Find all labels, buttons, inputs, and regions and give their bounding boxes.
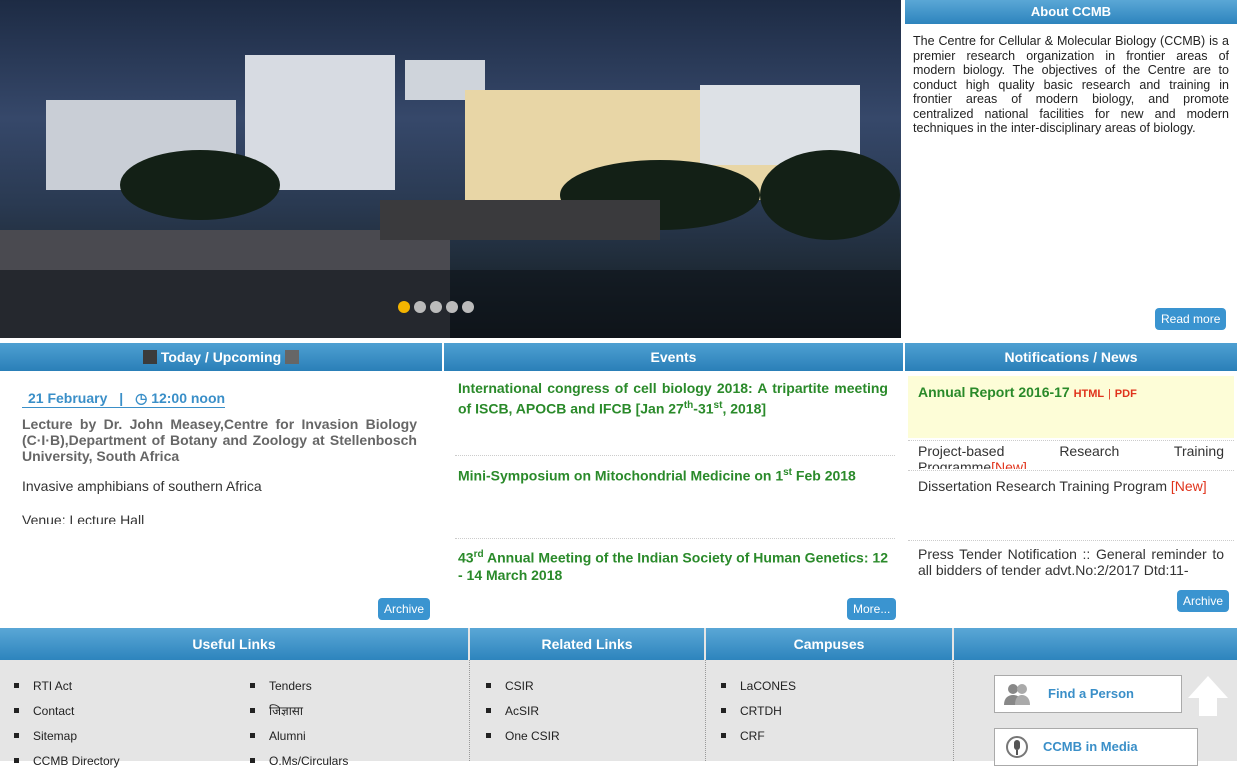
people-icon	[1003, 682, 1031, 706]
slider-dot[interactable]	[414, 301, 426, 313]
footer-link[interactable]: जिज्ञासा	[250, 703, 348, 728]
notifications-archive-button[interactable]: Archive	[1177, 590, 1230, 612]
new-badge: [New]	[1170, 478, 1207, 494]
footer-header-blank	[954, 628, 1237, 660]
read-more-button[interactable]: Read more	[1155, 308, 1227, 330]
square-icon	[142, 350, 157, 364]
slider-dot[interactable]	[430, 301, 442, 313]
campuses-header: Campuses	[706, 628, 952, 660]
useful-links-header: Useful Links	[0, 628, 468, 660]
divider	[705, 660, 706, 761]
footer-link[interactable]: Tenders	[250, 678, 348, 703]
useful-links-list-2: Tenders जिज्ञासा Alumni O.Ms/Circulars	[250, 678, 348, 778]
microphone-icon	[1005, 735, 1029, 759]
footer-link[interactable]: One CSIR	[486, 728, 560, 753]
about-header: About CCMB	[905, 0, 1237, 24]
new-badge: [New]	[991, 459, 1027, 469]
divider	[953, 660, 954, 761]
divider	[908, 440, 1234, 441]
related-links-header: Related Links	[470, 628, 704, 660]
about-panel: About CCMB The Centre for Cellular & Mol…	[905, 0, 1237, 336]
scroll-to-top-icon[interactable]	[1186, 674, 1230, 718]
find-a-person-button[interactable]: Find a Person	[994, 675, 1182, 713]
slider-dot[interactable]	[462, 301, 474, 313]
divider	[908, 540, 1234, 541]
footer-link[interactable]: CSIR	[486, 678, 560, 703]
footer-link[interactable]: LaCONES	[721, 678, 796, 703]
slider-dot[interactable]	[398, 301, 410, 313]
footer-link[interactable]: RTI Act	[14, 678, 120, 703]
footer-link[interactable]: CRF	[721, 728, 796, 753]
divider	[469, 660, 470, 761]
notifications-header: Notifications / News	[905, 343, 1237, 371]
today-header: Today / Upcoming	[0, 343, 442, 371]
events-header: Events	[444, 343, 903, 371]
slider-pagination	[398, 301, 474, 313]
annual-report-box: Annual Report 2016-17 HTML | PDF	[908, 376, 1234, 438]
event-item[interactable]: International congress of cell biology 2…	[458, 380, 888, 418]
annual-report-title: Annual Report 2016-17 HTML | PDF	[918, 384, 1137, 400]
footer-link[interactable]: CCMB Directory	[14, 753, 120, 778]
notification-item[interactable]: Project-based Research Training Programm…	[918, 443, 1224, 469]
event-item[interactable]: Mini-Symposium on Mitochondrial Medicine…	[458, 464, 888, 485]
square-icon	[285, 350, 300, 364]
hero-slider-image	[0, 0, 901, 338]
pdf-link[interactable]: PDF	[1115, 388, 1137, 400]
event-date[interactable]: 21 February | ◷ 12:00 noon	[22, 390, 226, 408]
footer-link[interactable]: Sitemap	[14, 728, 120, 753]
ccmb-in-media-button[interactable]: CCMB in Media	[994, 728, 1198, 766]
html-link[interactable]: HTML	[1074, 388, 1105, 400]
footer-link[interactable]: O.Ms/Circulars	[250, 753, 348, 778]
footer-link[interactable]: AcSIR	[486, 703, 560, 728]
event-item[interactable]: 43rd Annual Meeting of the Indian Societ…	[458, 546, 888, 584]
lecture-description: Lecture by Dr. John Measey,Centre for In…	[22, 416, 417, 464]
campuses-list: LaCONES CRTDH CRF	[721, 678, 796, 753]
clock-icon: ◷	[135, 390, 148, 406]
notification-item[interactable]: Dissertation Research Training Program […	[918, 478, 1224, 494]
useful-links-list: RTI Act Contact Sitemap CCMB Directory	[14, 678, 120, 778]
footer-link[interactable]: Alumni	[250, 728, 348, 753]
related-links-list: CSIR AcSIR One CSIR	[486, 678, 560, 753]
venue-text: Venue: Lecture Hall	[22, 512, 145, 524]
about-text: The Centre for Cellular & Molecular Biol…	[913, 34, 1229, 135]
divider	[455, 538, 895, 539]
events-more-button[interactable]: More...	[847, 598, 897, 620]
divider	[455, 455, 895, 456]
talk-title: Invasive amphibians of southern Africa	[22, 478, 262, 494]
footer-link[interactable]: CRTDH	[721, 703, 796, 728]
divider	[908, 470, 1234, 471]
slider-dot[interactable]	[446, 301, 458, 313]
notification-item[interactable]: Press Tender Notification :: General rem…	[918, 546, 1224, 579]
today-archive-button[interactable]: Archive	[378, 598, 431, 620]
footer-link[interactable]: Contact	[14, 703, 120, 728]
